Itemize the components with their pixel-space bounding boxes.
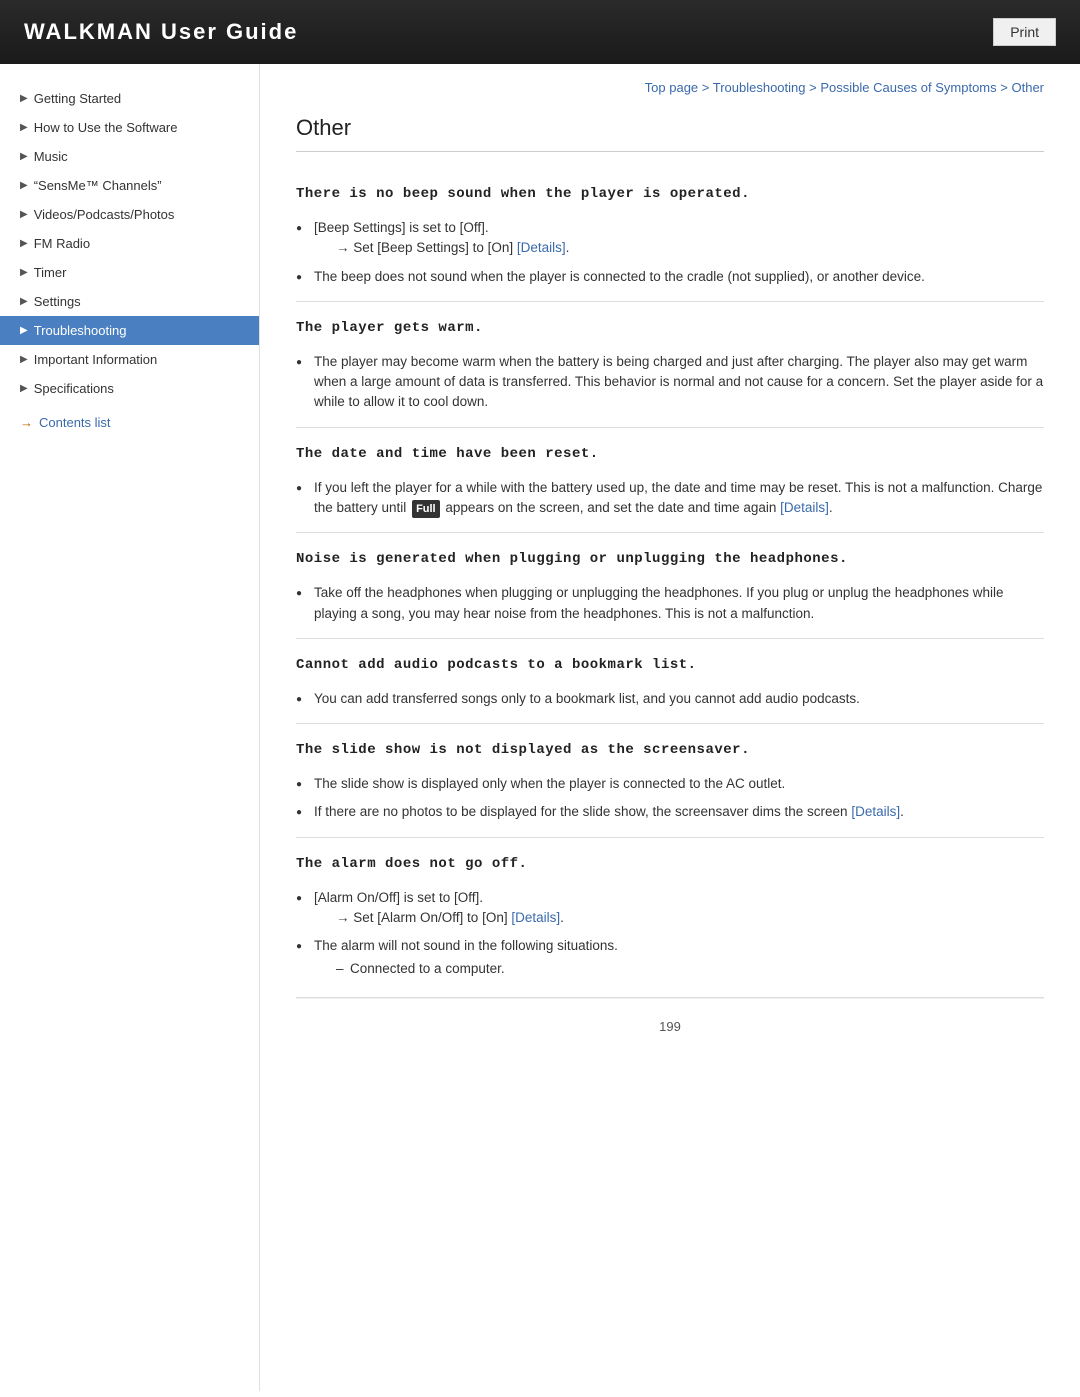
sidebar-item-specifications[interactable]: ▶ Specifications: [0, 374, 259, 403]
details-link[interactable]: [Details]: [511, 910, 560, 925]
sidebar-label: Music: [34, 149, 68, 164]
list-item: If you left the player for a while with …: [296, 474, 1044, 523]
app-title: WALKMAN User Guide: [24, 19, 298, 45]
bullet-list: The player may become warm when the batt…: [296, 348, 1044, 417]
sidebar-label: How to Use the Software: [34, 120, 178, 135]
sidebar-label: Timer: [34, 265, 67, 280]
breadcrumb-other[interactable]: Other: [1011, 80, 1044, 95]
sidebar-item-settings[interactable]: ▶ Settings: [0, 287, 259, 316]
arrow-icon: ▶: [20, 238, 28, 249]
list-item: The player may become warm when the batt…: [296, 348, 1044, 417]
list-item: [Alarm On/Off] is set to [Off]. Set [Ala…: [296, 884, 1044, 933]
page-number: 199: [659, 1019, 681, 1034]
breadcrumb: Top page > Troubleshooting > Possible Ca…: [296, 80, 1044, 95]
details-link[interactable]: [Details]: [851, 804, 900, 819]
sidebar: ▶ Getting Started ▶ How to Use the Softw…: [0, 64, 260, 1391]
battery-icon: Full: [412, 500, 440, 519]
contents-link-label: Contents list: [39, 415, 111, 430]
section-player-warm: The player gets warm. The player may bec…: [296, 302, 1044, 428]
arrow-icon: ▶: [20, 383, 28, 394]
bullet-list: If you left the player for a while with …: [296, 474, 1044, 523]
arrow-icon: ▶: [20, 267, 28, 278]
arrow-icon: ▶: [20, 325, 28, 336]
page-layout: ▶ Getting Started ▶ How to Use the Softw…: [0, 64, 1080, 1391]
list-item: The slide show is displayed only when th…: [296, 770, 1044, 798]
list-item: You can add transferred songs only to a …: [296, 685, 1044, 713]
breadcrumb-troubleshooting[interactable]: Troubleshooting: [713, 80, 806, 95]
sidebar-label: Specifications: [34, 381, 114, 396]
list-item: The beep does not sound when the player …: [296, 263, 1044, 291]
section-slideshow: The slide show is not displayed as the s…: [296, 724, 1044, 838]
sidebar-label: Settings: [34, 294, 81, 309]
sidebar-item-troubleshooting[interactable]: ▶ Troubleshooting: [0, 316, 259, 345]
sidebar-item-videos[interactable]: ▶ Videos/Podcasts/Photos: [0, 200, 259, 229]
sidebar-label: Getting Started: [34, 91, 121, 106]
arrow-icon: ▶: [20, 296, 28, 307]
details-link[interactable]: [Details]: [517, 240, 566, 255]
section-title: Cannot add audio podcasts to a bookmark …: [296, 657, 1044, 673]
sidebar-label: Troubleshooting: [34, 323, 127, 338]
page-footer: 199: [296, 998, 1044, 1054]
arrow-right-icon: →: [20, 415, 33, 430]
sidebar-item-sensme[interactable]: ▶ “SensMe™ Channels”: [0, 171, 259, 200]
dash-sub-item: Connected to a computer.: [314, 956, 1044, 982]
arrow-icon: ▶: [20, 122, 28, 133]
sidebar-item-how-to-use[interactable]: ▶ How to Use the Software: [0, 113, 259, 142]
sidebar-item-important-info[interactable]: ▶ Important Information: [0, 345, 259, 374]
list-item: [Beep Settings] is set to [Off]. Set [Be…: [296, 214, 1044, 263]
arrow-icon: ▶: [20, 354, 28, 365]
section-title: The player gets warm.: [296, 320, 1044, 336]
bullet-list: The slide show is displayed only when th…: [296, 770, 1044, 827]
header: WALKMAN User Guide Print: [0, 0, 1080, 64]
section-alarm: The alarm does not go off. [Alarm On/Off…: [296, 838, 1044, 998]
breadcrumb-top-page[interactable]: Top page: [645, 80, 699, 95]
sidebar-label: Videos/Podcasts/Photos: [34, 207, 175, 222]
list-item: If there are no photos to be displayed f…: [296, 798, 1044, 826]
arrow-icon: ▶: [20, 151, 28, 162]
bullet-list: [Beep Settings] is set to [Off]. Set [Be…: [296, 214, 1044, 291]
main-content: Top page > Troubleshooting > Possible Ca…: [260, 64, 1080, 1391]
list-item: Take off the headphones when plugging or…: [296, 579, 1044, 628]
section-no-beep: There is no beep sound when the player i…: [296, 168, 1044, 302]
sidebar-label: Important Information: [34, 352, 158, 367]
arrow-icon: ▶: [20, 180, 28, 191]
page-title: Other: [296, 115, 1044, 152]
section-title: The date and time have been reset.: [296, 446, 1044, 462]
bullet-list: You can add transferred songs only to a …: [296, 685, 1044, 713]
section-title: The alarm does not go off.: [296, 856, 1044, 872]
section-title: The slide show is not displayed as the s…: [296, 742, 1044, 758]
section-title: Noise is generated when plugging or unpl…: [296, 551, 1044, 567]
sidebar-item-timer[interactable]: ▶ Timer: [0, 258, 259, 287]
bullet-list: Take off the headphones when plugging or…: [296, 579, 1044, 628]
contents-list-link[interactable]: → Contents list: [0, 403, 259, 438]
sidebar-label: FM Radio: [34, 236, 90, 251]
sidebar-label: “SensMe™ Channels”: [34, 178, 162, 193]
sidebar-item-music[interactable]: ▶ Music: [0, 142, 259, 171]
section-headphone-noise: Noise is generated when plugging or unpl…: [296, 533, 1044, 639]
sidebar-item-fm-radio[interactable]: ▶ FM Radio: [0, 229, 259, 258]
breadcrumb-possible-causes[interactable]: Possible Causes of Symptoms: [820, 80, 996, 95]
sidebar-item-getting-started[interactable]: ▶ Getting Started: [0, 84, 259, 113]
bullet-list: [Alarm On/Off] is set to [Off]. Set [Ala…: [296, 884, 1044, 987]
arrow-icon: ▶: [20, 93, 28, 104]
arrow-icon: ▶: [20, 209, 28, 220]
arrow-sub-item: Set [Beep Settings] to [On] [Details].: [314, 238, 1044, 258]
section-title: There is no beep sound when the player i…: [296, 186, 1044, 202]
section-date-reset: The date and time have been reset. If yo…: [296, 428, 1044, 534]
section-podcast-bookmark: Cannot add audio podcasts to a bookmark …: [296, 639, 1044, 724]
details-link[interactable]: [Details]: [780, 500, 829, 515]
print-button[interactable]: Print: [993, 18, 1056, 46]
list-item: The alarm will not sound in the followin…: [296, 932, 1044, 987]
arrow-sub-item: Set [Alarm On/Off] to [On] [Details].: [314, 908, 1044, 928]
